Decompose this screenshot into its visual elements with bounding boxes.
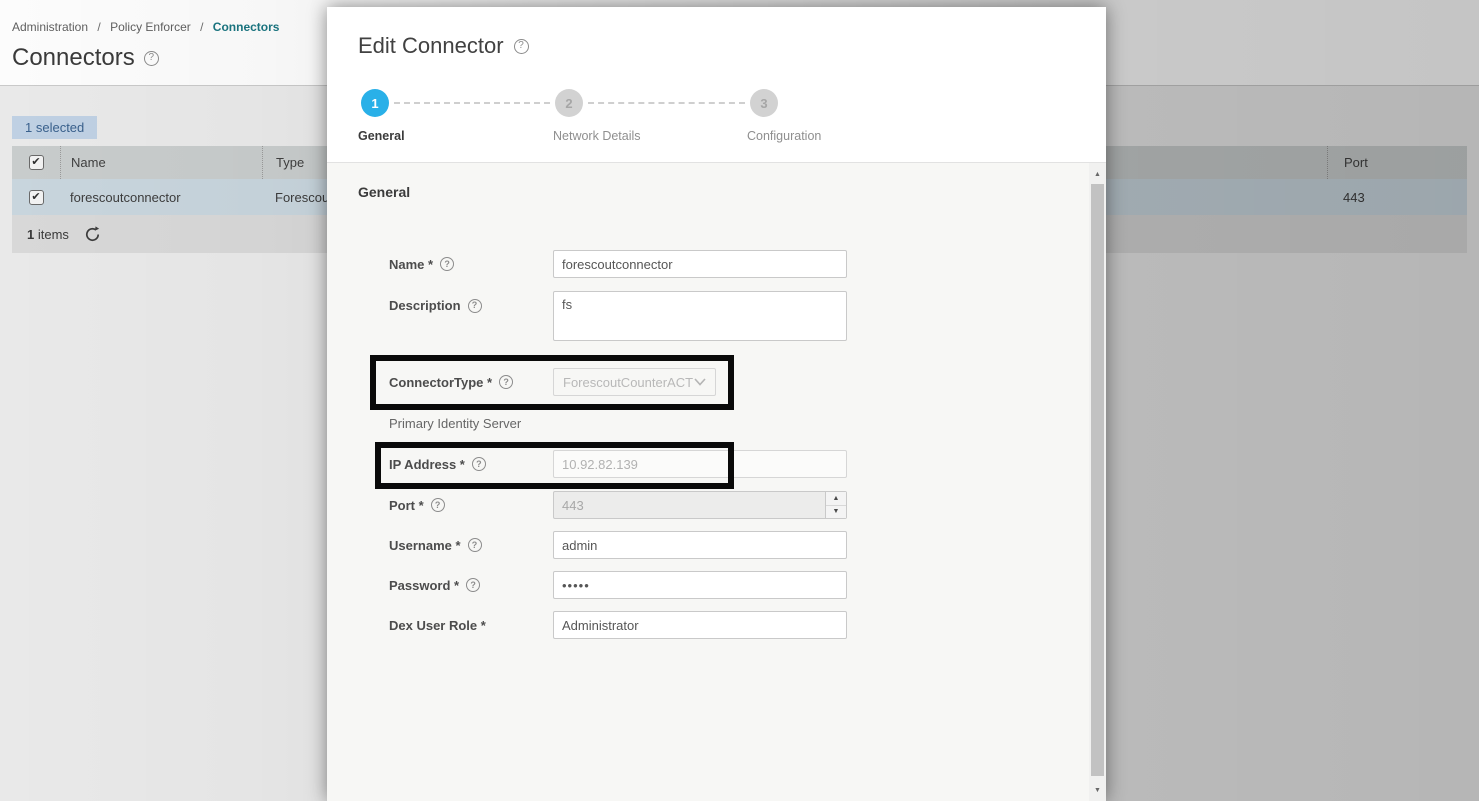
annotation-box-connector-type	[370, 355, 734, 410]
cell-port: 443	[1327, 190, 1467, 205]
refresh-icon[interactable]	[83, 225, 102, 244]
name-input[interactable]	[553, 250, 847, 278]
dex-user-role-label: Dex User Role *	[389, 618, 486, 633]
selected-count-badge: 1 selected	[12, 116, 97, 139]
password-input[interactable]	[553, 571, 847, 599]
step-1-circle[interactable]: 1	[361, 89, 389, 117]
step-connector-line	[394, 102, 550, 104]
description-label: Description	[389, 298, 461, 313]
name-help-icon[interactable]: ?	[440, 257, 454, 271]
breadcrumb-policy-enforcer[interactable]: Policy Enforcer	[110, 20, 191, 34]
wizard-step-network-details[interactable]: 2 Network Details	[553, 89, 583, 117]
breadcrumb-administration[interactable]: Administration	[12, 20, 88, 34]
breadcrumb-connectors[interactable]: Connectors	[213, 20, 280, 34]
port-field-row: Port * ? ▲ ▼	[389, 491, 847, 519]
wizard-step-configuration[interactable]: 3 Configuration	[747, 89, 778, 117]
scrollbar-up-icon[interactable]: ▲	[1089, 165, 1106, 183]
edit-connector-modal: Edit Connector ? 1 General 2 Network Det…	[327, 7, 1106, 801]
dex-user-role-input[interactable]	[553, 611, 847, 639]
modal-body: General Name * ? Description ? fs Connec…	[327, 163, 1106, 801]
modal-title: Edit Connector	[358, 33, 504, 59]
username-field-row: Username * ?	[389, 531, 847, 559]
modal-scrollbar[interactable]: ▲ ▼	[1089, 163, 1106, 801]
spinner-up-icon[interactable]: ▲	[826, 492, 846, 506]
breadcrumb-separator: /	[200, 20, 203, 34]
modal-header: Edit Connector ? 1 General 2 Network Det…	[327, 7, 1106, 163]
spinner-down-icon[interactable]: ▼	[826, 506, 846, 519]
page-title: Connectors	[12, 44, 135, 72]
items-count: 1 items	[27, 227, 69, 242]
port-spinner: ▲ ▼	[825, 492, 846, 518]
primary-identity-server-label: Primary Identity Server	[389, 416, 521, 431]
description-help-icon[interactable]: ?	[468, 299, 482, 313]
wizard-steps: 1 General 2 Network Details 3 Configurat…	[358, 89, 958, 149]
modal-help-icon[interactable]: ?	[514, 39, 529, 54]
step-connector-line	[588, 102, 745, 104]
section-heading-general: General	[358, 184, 410, 200]
scrollbar-down-icon[interactable]: ▼	[1089, 781, 1106, 799]
step-3-label: Configuration	[747, 129, 821, 143]
port-label: Port *	[389, 498, 424, 513]
annotation-box-ip-address	[375, 442, 734, 489]
breadcrumb-separator: /	[97, 20, 100, 34]
password-label: Password *	[389, 578, 459, 593]
username-label: Username *	[389, 538, 461, 553]
password-field-row: Password * ?	[389, 571, 847, 599]
step-2-label: Network Details	[553, 129, 641, 143]
description-field-row: Description ? fs	[389, 291, 847, 341]
step-2-circle[interactable]: 2	[555, 89, 583, 117]
wizard-step-general[interactable]: 1 General	[358, 89, 389, 117]
dex-user-role-field-row: Dex User Role *	[389, 611, 847, 639]
select-all-checkbox[interactable]: ✔	[29, 155, 44, 170]
port-help-icon[interactable]: ?	[431, 498, 445, 512]
column-header-port[interactable]: Port	[1327, 146, 1467, 179]
name-field-row: Name * ?	[389, 250, 847, 278]
items-count-suffix: items	[34, 227, 69, 242]
username-help-icon[interactable]: ?	[468, 538, 482, 552]
password-help-icon[interactable]: ?	[466, 578, 480, 592]
scrollbar-thumb[interactable]	[1091, 184, 1104, 776]
port-input	[553, 491, 847, 519]
step-3-circle[interactable]: 3	[750, 89, 778, 117]
step-1-label: General	[358, 129, 405, 143]
name-label: Name *	[389, 257, 433, 272]
cell-name: forescoutconnector	[60, 190, 262, 205]
description-textarea[interactable]: fs	[553, 291, 847, 341]
row-checkbox[interactable]: ✔	[29, 190, 44, 205]
page-help-icon[interactable]: ?	[144, 51, 159, 66]
column-header-name[interactable]: Name	[60, 146, 262, 179]
username-input[interactable]	[553, 531, 847, 559]
